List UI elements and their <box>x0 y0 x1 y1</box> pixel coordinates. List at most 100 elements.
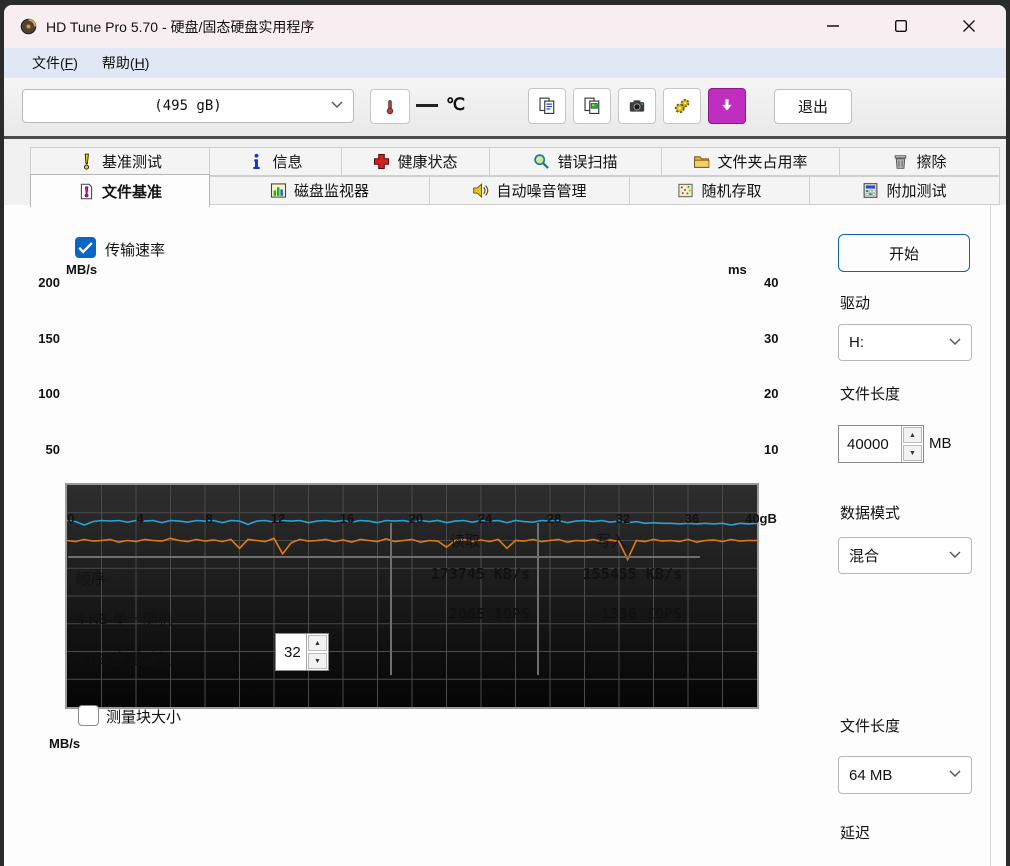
tab-aam[interactable]: 自动噪音管理 <box>430 176 630 205</box>
axis-tick-label: 10 <box>764 441 779 457</box>
chevron-down-icon <box>949 551 961 558</box>
drive-dropdown[interactable]: H: <box>838 324 972 361</box>
mini-chart-ylabel: MB/s <box>49 736 81 751</box>
4k-single-read-value: 2065 IOPS <box>448 605 530 623</box>
menu-file[interactable]: 文件(F) <box>4 48 90 78</box>
temperature-value <box>416 104 438 107</box>
axis-tick-label: 16 <box>339 511 355 526</box>
queue-depth-down-button[interactable]: ▼ <box>308 653 327 669</box>
close-button[interactable] <box>946 11 992 41</box>
table-vline-2 <box>537 523 539 675</box>
tab-folder-usage[interactable]: 文件夹占用率 <box>662 147 840 176</box>
chevron-down-icon <box>949 770 961 777</box>
app-window: HD Tune Pro 5.70 - 硬盘/固态硬盘实用程序 文件(F) 帮助(… <box>4 5 1006 866</box>
copy-image-button[interactable] <box>573 88 611 124</box>
axis-tick-label: 8 <box>205 511 213 526</box>
speaker-icon <box>473 183 489 198</box>
axis-tick-label: 4 <box>136 511 144 526</box>
screenshot-button[interactable] <box>618 88 656 124</box>
row-label-4k-multi: 4 KB 多重随机 <box>76 651 173 668</box>
tab-benchmark[interactable]: 基准测试 <box>30 147 210 176</box>
window-title: HD Tune Pro 5.70 - 硬盘/固态硬盘实用程序 <box>46 19 315 35</box>
close-icon <box>963 20 975 32</box>
axis-tick-label: 40gB <box>745 511 777 526</box>
copy-text-icon <box>539 97 555 114</box>
tab-random-access[interactable]: 随机存取 <box>630 176 810 205</box>
data-mode-dropdown[interactable]: 混合 <box>838 537 972 574</box>
menu-help[interactable]: 帮助(H) <box>90 48 161 78</box>
tab-error-scan[interactable]: 错误扫描 <box>490 147 662 176</box>
file-length-up-button[interactable]: ▲ <box>903 427 922 443</box>
settings-button[interactable] <box>663 88 701 124</box>
temperature-unit: ℃ <box>446 95 466 114</box>
temperature-button[interactable] <box>370 89 410 124</box>
transfer-rate-checkbox[interactable] <box>75 237 96 258</box>
tab-health[interactable]: 健康状态 <box>342 147 490 176</box>
file-benchmark-panel: 传输速率 MB/s ms 200 150 100 50 40 30 20 10 0 4 8 12 1… <box>4 205 1006 866</box>
queue-depth-up-button[interactable]: ▲ <box>308 635 327 651</box>
row-label-4k-single: 4 KB 单一随机 <box>76 611 173 628</box>
4k-single-write-value: 1336 IOPS <box>600 605 682 623</box>
axis-tick-label: 30 <box>764 330 779 346</box>
camera-icon <box>629 100 645 112</box>
block-file-length-label: 文件长度 <box>840 718 901 735</box>
axis-tick-label: 36 <box>684 511 700 526</box>
exit-button[interactable]: 退出 <box>774 89 852 124</box>
download-arrow-icon <box>722 99 732 111</box>
file-length-spinner[interactable]: 40000 ▲ ▼ <box>838 425 924 463</box>
block-size-checkbox[interactable] <box>78 705 99 726</box>
save-results-button[interactable] <box>708 88 746 124</box>
file-length-value: 40000 <box>847 435 889 453</box>
info-icon <box>253 153 261 169</box>
tab-extra-tests[interactable]: 附加测试 <box>810 176 1000 205</box>
tab-file-benchmark[interactable]: 文件基准 <box>30 174 210 207</box>
check-icon <box>78 242 93 254</box>
trash-icon <box>895 155 907 169</box>
queue-depth-value: 32 <box>284 643 301 661</box>
axis-tick-label: 32 <box>615 511 631 526</box>
axis-tick-label: 200 <box>38 275 60 290</box>
file-benchmark-icon <box>80 183 93 199</box>
col-header-read: 读取 <box>449 533 481 550</box>
data-mode-label: 数据模式 <box>840 505 901 522</box>
tab-info[interactable]: 信息 <box>210 147 342 176</box>
tab-disk-monitor[interactable]: 磁盘监视器 <box>210 176 430 205</box>
minimize-icon <box>827 25 839 27</box>
tab-strip: 基准测试 信息 健康状态 错误扫描 文件夹占用率 擦除 文件基准 磁盘监视器 自… <box>4 139 1006 207</box>
copy-text-button[interactable] <box>528 88 566 124</box>
axis-tick-label: 100 <box>38 386 60 401</box>
main-chart-ylabel-right: ms <box>728 262 747 277</box>
menu-bar: 文件(F) 帮助(H) <box>4 48 1006 78</box>
tab-erase[interactable]: 擦除 <box>840 147 1000 176</box>
file-length-down-button[interactable]: ▼ <box>903 445 922 461</box>
gears-icon <box>674 98 690 114</box>
block-size-label: 测量块大小 <box>106 709 182 726</box>
toolbar: (495 gB) ℃ 退出 <box>4 78 1006 139</box>
folder-icon <box>694 156 710 168</box>
latency-label: 延迟 <box>840 825 871 842</box>
magnifier-icon <box>534 154 550 169</box>
exclamation-icon <box>83 153 89 170</box>
calculator-icon <box>864 183 878 198</box>
axis-tick-label: 12 <box>270 511 286 526</box>
health-cross-icon <box>374 153 390 170</box>
transfer-rate-label: 传输速率 <box>105 242 166 259</box>
axis-tick-label: 20 <box>408 511 424 526</box>
col-header-write: 写入 <box>595 533 627 550</box>
block-file-length-dropdown[interactable]: 64 MB <box>838 756 972 794</box>
axis-tick-label: 0 <box>67 511 75 526</box>
random-access-icon <box>678 183 694 198</box>
start-button[interactable]: 开始 <box>838 234 970 272</box>
minimize-button[interactable] <box>810 11 856 41</box>
panel-edge-line <box>990 205 991 866</box>
axis-tick-label: 24 <box>477 511 493 526</box>
hdtune-logo-icon <box>20 18 37 35</box>
copy-image-icon <box>584 97 600 114</box>
chevron-down-icon <box>331 101 343 108</box>
main-chart-ylabel-left: MB/s <box>66 262 98 277</box>
title-bar: HD Tune Pro 5.70 - 硬盘/固态硬盘实用程序 <box>4 5 1006 48</box>
thermometer-icon <box>386 99 394 114</box>
drive-select-dropdown[interactable]: (495 gB) <box>22 89 354 123</box>
queue-depth-spinner[interactable]: 32 ▲ ▼ <box>275 633 329 671</box>
maximize-button[interactable] <box>878 11 924 41</box>
